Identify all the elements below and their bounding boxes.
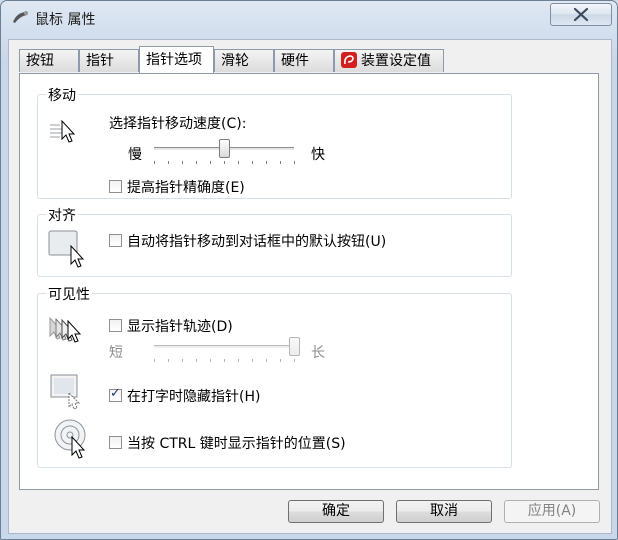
show-location-label[interactable]: 当按 CTRL 键时显示指针的位置(S) (127, 433, 346, 453)
trail-slider-track (154, 345, 294, 349)
fast-label: 快 (311, 147, 325, 163)
slider-tick (168, 161, 169, 164)
slider-tick (196, 161, 197, 164)
pointer-trails-icon (49, 316, 82, 343)
pointer-options-panel: 移动 选择指针移动速度(C): 慢 快 提高指针精确度(E) 对齐 自动将指针移… (19, 73, 599, 490)
slider-tick (294, 161, 295, 164)
enhance-precision-checkbox[interactable] (109, 180, 122, 193)
visibility-group: 可见性 显示指针轨迹(D) 短 长 ✓ 在打字时隐藏指针(H) 当按 CTRL … (37, 284, 512, 468)
show-location-icon (54, 419, 86, 459)
pointer-trails-label[interactable]: 显示指针轨迹(D) (127, 316, 233, 336)
long-label: 长 (311, 345, 325, 361)
apply-button[interactable]: 应用(A) (504, 500, 600, 523)
pointer-speed-icon (50, 119, 76, 143)
slider-tick (168, 359, 169, 362)
pointer-trails-checkbox[interactable] (109, 319, 122, 332)
tab-hardware[interactable]: 硬件 (274, 49, 334, 72)
title-bar[interactable]: 鼠标 属性 (1, 1, 617, 33)
cancel-button[interactable]: 取消 (396, 500, 492, 523)
mouse-icon (13, 11, 28, 23)
slider-tick (210, 359, 211, 362)
slider-tick (266, 161, 267, 164)
enhance-precision-label[interactable]: 提高指针精确度(E) (127, 177, 245, 197)
trail-slider-thumb[interactable] (288, 337, 300, 356)
hide-while-typing-label[interactable]: 在打字时隐藏指针(H) (127, 386, 260, 406)
slider-tick (294, 359, 295, 362)
motion-group-title: 移动 (46, 85, 78, 105)
tab-buttons[interactable]: 按钮 (19, 49, 79, 72)
hide-while-typing-checkbox[interactable] (109, 386, 122, 402)
speed-label: 选择指针移动速度(C): (109, 116, 247, 132)
slider-tick (238, 359, 239, 362)
auto-move-label[interactable]: 自动将指针移动到对话框中的默认按钮(U) (127, 231, 386, 251)
close-icon (573, 7, 589, 22)
tab-pointers[interactable]: 指针 (79, 49, 139, 72)
slider-tick (196, 359, 197, 362)
slider-tick (224, 161, 225, 164)
slider-tick (154, 161, 155, 164)
mouse-properties-window: 鼠标 属性 按钮 指针 指针选项 滑轮 硬件 装置设定值 移动 选择指针移动速度… (0, 0, 618, 540)
slider-tick (280, 161, 281, 164)
window-title: 鼠标 属性 (35, 12, 96, 28)
hide-while-typing-icon (50, 374, 81, 410)
tab-pointer-options[interactable]: 指针选项 (139, 46, 214, 73)
slider-tick (238, 161, 239, 164)
snap-to-group-title: 对齐 (46, 205, 78, 225)
visibility-group-title: 可见性 (46, 284, 92, 304)
tab-device-settings[interactable]: 装置设定值 (334, 49, 444, 72)
slow-label: 慢 (128, 147, 142, 163)
snap-to-group: 对齐 自动将指针移动到对话框中的默认按钮(U) (37, 205, 512, 277)
slider-tick (280, 359, 281, 362)
motion-group: 移动 选择指针移动速度(C): 慢 快 提高指针精确度(E) (37, 85, 512, 199)
slider-tick (224, 359, 225, 362)
slider-tick (210, 161, 211, 164)
close-button[interactable] (550, 3, 612, 26)
slider-tick (252, 161, 253, 164)
dialog-client-area: 按钮 指针 指针选项 滑轮 硬件 装置设定值 移动 选择指针移动速度(C): 慢… (8, 39, 612, 534)
slider-tick (182, 161, 183, 164)
slider-tick (252, 359, 253, 362)
speed-slider-thumb[interactable] (218, 139, 230, 158)
slider-tick (266, 359, 267, 362)
slider-tick (154, 359, 155, 362)
short-label: 短 (109, 345, 123, 361)
auto-move-checkbox[interactable] (109, 234, 122, 247)
slider-tick (182, 359, 183, 362)
ok-button[interactable]: 确定 (288, 500, 384, 523)
snap-to-button-icon (48, 230, 85, 268)
trail-length-slider[interactable] (152, 337, 300, 367)
synaptics-icon (341, 52, 357, 68)
show-location-checkbox[interactable] (109, 436, 122, 449)
tab-wheel[interactable]: 滑轮 (214, 49, 274, 72)
speed-slider[interactable] (152, 139, 300, 169)
